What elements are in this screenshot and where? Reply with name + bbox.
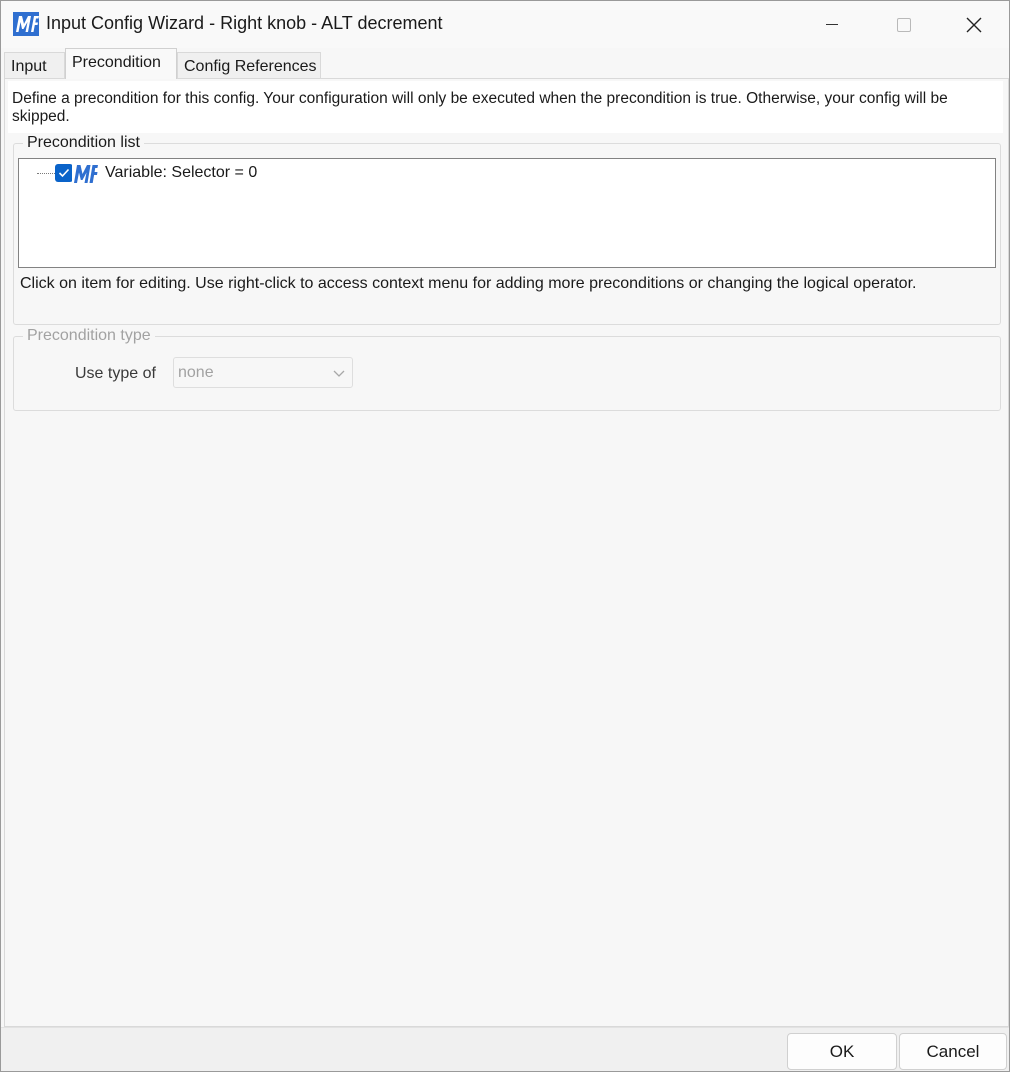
precondition-hint: Click on item for editing. Use right-cli… [20, 275, 917, 292]
close-icon [966, 17, 982, 32]
use-type-of-label: Use type of [75, 365, 156, 382]
precondition-item-label[interactable]: Variable: Selector = 0 [105, 164, 257, 182]
minimize-button[interactable] [797, 1, 867, 48]
maximize-icon [897, 17, 911, 32]
dialog-button-bar: OK Cancel [1, 1027, 1009, 1071]
ok-button[interactable]: OK [787, 1033, 897, 1070]
checkmark-icon [58, 168, 70, 178]
mf-logo-icon [72, 163, 98, 185]
precondition-type-legend: Precondition type [23, 327, 155, 345]
tree-connector-line [37, 173, 57, 174]
precondition-list-group: Precondition list Variable: Selector = 0… [13, 134, 1001, 325]
close-button[interactable] [939, 1, 1009, 48]
tab-strip: Input Precondition Config References [1, 48, 1009, 79]
chevron-down-icon [333, 370, 345, 377]
tab-input[interactable]: Input [4, 52, 65, 79]
tab-precondition[interactable]: Precondition [65, 48, 177, 79]
precondition-type-select[interactable]: none [173, 357, 353, 388]
precondition-tab-page: Define a precondition for this config. Y… [4, 78, 1009, 1027]
description-text: Define a precondition for this config. Y… [12, 90, 948, 125]
precondition-list-legend: Precondition list [23, 134, 144, 152]
window-title: Input Config Wizard - Right knob - ALT d… [46, 13, 443, 33]
cancel-button[interactable]: Cancel [899, 1033, 1007, 1070]
maximize-button[interactable] [869, 1, 939, 48]
description-panel: Define a precondition for this config. Y… [8, 81, 1003, 133]
precondition-type-value: none [178, 364, 214, 381]
mf-logo-icon [13, 12, 39, 36]
minimize-icon [826, 24, 838, 25]
input-config-wizard-window: Input Config Wizard - Right knob - ALT d… [0, 0, 1010, 1072]
precondition-type-group: Precondition type Use type of none [13, 327, 1001, 411]
precondition-tree[interactable]: Variable: Selector = 0 [18, 158, 996, 268]
tab-config-references[interactable]: Config References [177, 52, 321, 79]
precondition-checkbox[interactable] [55, 164, 73, 182]
title-bar[interactable]: Input Config Wizard - Right knob - ALT d… [1, 1, 1009, 48]
